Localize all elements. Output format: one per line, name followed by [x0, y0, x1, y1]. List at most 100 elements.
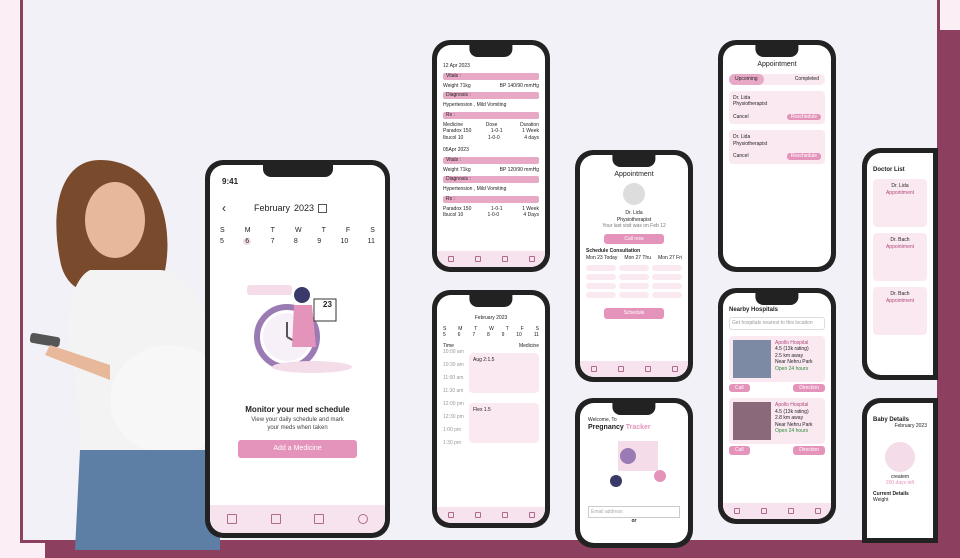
weight-value: Weight 71kg — [443, 82, 471, 89]
appointment-card: Dr. Lida Physiotherapist Cancel Reschedule — [729, 90, 825, 124]
add-medicine-button[interactable]: Add a Medicine — [238, 440, 357, 458]
document-icon[interactable] — [787, 508, 794, 514]
appointment-list-phone: Appointment Upcoming Completed Dr. Lida P… — [718, 40, 836, 272]
reschedule-button[interactable]: Reschedule — [786, 153, 821, 160]
hospital-card[interactable]: Apollo Hospital 4.5 (13k rating) 2.5 km aw… — [729, 335, 825, 382]
home-icon[interactable] — [447, 512, 454, 518]
diagnosis-text: Hypertension , Mild Vomiting — [443, 102, 507, 108]
record-date-2: 05Apr 2023 — [443, 147, 469, 153]
doctor-role: Physiotherapist — [733, 140, 768, 147]
year-label: 2023 — [294, 203, 315, 213]
onboarding-subtitle-1: View your daily schedule and mark — [251, 417, 344, 423]
month-label: February — [474, 315, 495, 321]
main-phone: 9:41 ‹ February 2023 SMTWTFS 5 6 7 8 9 10 11 2… — [205, 160, 390, 538]
welcome-illustration — [610, 440, 666, 487]
chart-icon[interactable] — [270, 514, 281, 524]
history-phone: 12 Apr 2023 Vitals : Weight 71kg BP 140/9… — [432, 40, 550, 272]
days-left: 200 days left — [885, 480, 915, 486]
call-button[interactable]: Call — [729, 383, 750, 392]
vitals-label: Vitals : — [443, 156, 539, 164]
settings-icon[interactable] — [671, 366, 678, 372]
record-date-1: 12 Apr 2023 — [443, 63, 470, 69]
date-row[interactable]: 5 6 7 8 9 10 11 — [443, 332, 539, 339]
med-schedule-illustration — [247, 285, 352, 373]
doctor-card[interactable]: Dr. Bach Appointment — [873, 287, 927, 335]
call-button[interactable]: Call — [729, 446, 750, 455]
chart-icon[interactable] — [474, 512, 481, 518]
diagnosis-text: Hypertension , Mild Vomiting — [443, 186, 507, 192]
app-name-accent: Tracker — [625, 423, 651, 431]
avatar — [623, 183, 645, 205]
doctor-role: Physiotherapist — [733, 101, 768, 107]
call-now-button[interactable]: Call now — [604, 233, 664, 244]
weekday-row: SMTWTFS — [220, 227, 375, 234]
chart-icon[interactable] — [760, 508, 767, 514]
document-icon[interactable] — [644, 366, 651, 372]
or-divider: or — [631, 518, 637, 524]
rx-label: Rx : — [443, 195, 539, 203]
screen-title: Nearby Hospitals — [729, 307, 779, 313]
document-icon[interactable] — [501, 512, 508, 518]
hospital-image — [733, 402, 771, 440]
back-icon[interactable]: ‹ — [222, 201, 226, 215]
screen-title: Appointment — [757, 61, 797, 68]
hospitals-phone: Nearby Hospitals Get hospitals nearest t… — [718, 288, 836, 524]
weight-label: Weight — [873, 497, 889, 503]
diagnosis-label: Diagnosis : — [443, 176, 539, 183]
hospital-card[interactable]: Apollo Hospital 4.5 (13k rating) 2.8 km aw… — [729, 398, 825, 444]
schedule-button[interactable]: Schedule — [604, 308, 664, 319]
home-icon[interactable] — [733, 508, 740, 514]
diagnosis-label: Diagnosis : — [443, 92, 539, 99]
settings-icon[interactable] — [358, 514, 369, 524]
onboarding-title: Monitor your med schedule — [245, 405, 350, 414]
baby-details-phone: Baby Details February 2023 createm 200 d… — [862, 398, 938, 543]
settings-icon[interactable] — [528, 512, 535, 518]
bp-value: BP 120/90 mmHg — [499, 166, 539, 173]
home-icon[interactable] — [226, 514, 237, 524]
day-columns[interactable]: Mon 23 Today Mon 27 Thu Mon 27 Fri — [586, 255, 682, 262]
settings-icon[interactable] — [814, 508, 821, 514]
calendar-day-number: 23 — [323, 300, 332, 309]
cancel-button[interactable]: Cancel — [733, 153, 749, 160]
month-label: February 2023 — [894, 423, 927, 429]
table-row: Ibucol 10 1-0-0 4 days — [443, 134, 539, 141]
date-row[interactable]: 5 6 7 8 9 10 11 — [210, 234, 385, 245]
app-name: Pregnancy — [588, 423, 624, 431]
baby-icon — [885, 441, 915, 472]
email-field[interactable]: Email address — [588, 505, 680, 518]
schedule-phone: February 2023 SMTWTFS 5 6 7 8 9 10 11 Time Medi… — [432, 290, 550, 528]
tab-completed[interactable]: Completed — [789, 74, 825, 85]
settings-icon[interactable] — [528, 256, 535, 262]
weight-value: Weight 71kg — [443, 166, 471, 173]
tab-upcoming[interactable]: Upcoming — [729, 74, 764, 85]
cancel-button[interactable]: Cancel — [733, 114, 749, 121]
hospital-image — [733, 339, 771, 378]
table-row: Ibucol 10 1-0-0 4 Days — [443, 212, 539, 218]
calendar-icon[interactable] — [318, 203, 328, 213]
home-icon[interactable] — [590, 366, 597, 372]
screen-title: Appointment — [614, 171, 654, 178]
year-label: 2023 — [496, 315, 508, 321]
search-input[interactable]: Get hospitals nearest to this location — [729, 317, 825, 330]
document-icon[interactable] — [501, 256, 508, 262]
time-slot-grid[interactable] — [586, 265, 682, 298]
chart-icon[interactable] — [474, 256, 481, 262]
bp-value: BP 140/90 mmHg — [499, 82, 539, 89]
home-icon[interactable] — [447, 256, 454, 262]
document-icon[interactable] — [314, 514, 325, 524]
direction-button[interactable]: Direction — [793, 383, 825, 392]
chart-icon[interactable] — [617, 366, 624, 372]
medicine-card[interactable]: Flex 1.5 — [469, 403, 539, 443]
time-list: 10:00 am 10:30 am 11:00 am 11:30 am 12:00 pm… — [443, 349, 464, 446]
doctor-card[interactable]: Dr. Bach Appointment — [873, 233, 927, 281]
month-label: February — [254, 203, 291, 213]
doctor-card[interactable]: Dr. Lida Appointment — [873, 179, 927, 227]
reschedule-button[interactable]: Reschedule — [786, 113, 821, 120]
screen-title: Doctor List — [873, 167, 905, 173]
doctor-list-phone: Doctor List Dr. Lida Appointment Dr. Bach… — [862, 148, 938, 380]
direction-button[interactable]: Direction — [793, 446, 825, 455]
medicine-card[interactable]: Aug 2:1.5 — [469, 353, 539, 393]
vitals-label: Vitals : — [443, 72, 539, 80]
last-visit-text: Your last visit was on Feb 12 — [602, 223, 666, 229]
appointment-detail-phone: Appointment Dr. Lida Physiotherapist You… — [575, 150, 693, 382]
